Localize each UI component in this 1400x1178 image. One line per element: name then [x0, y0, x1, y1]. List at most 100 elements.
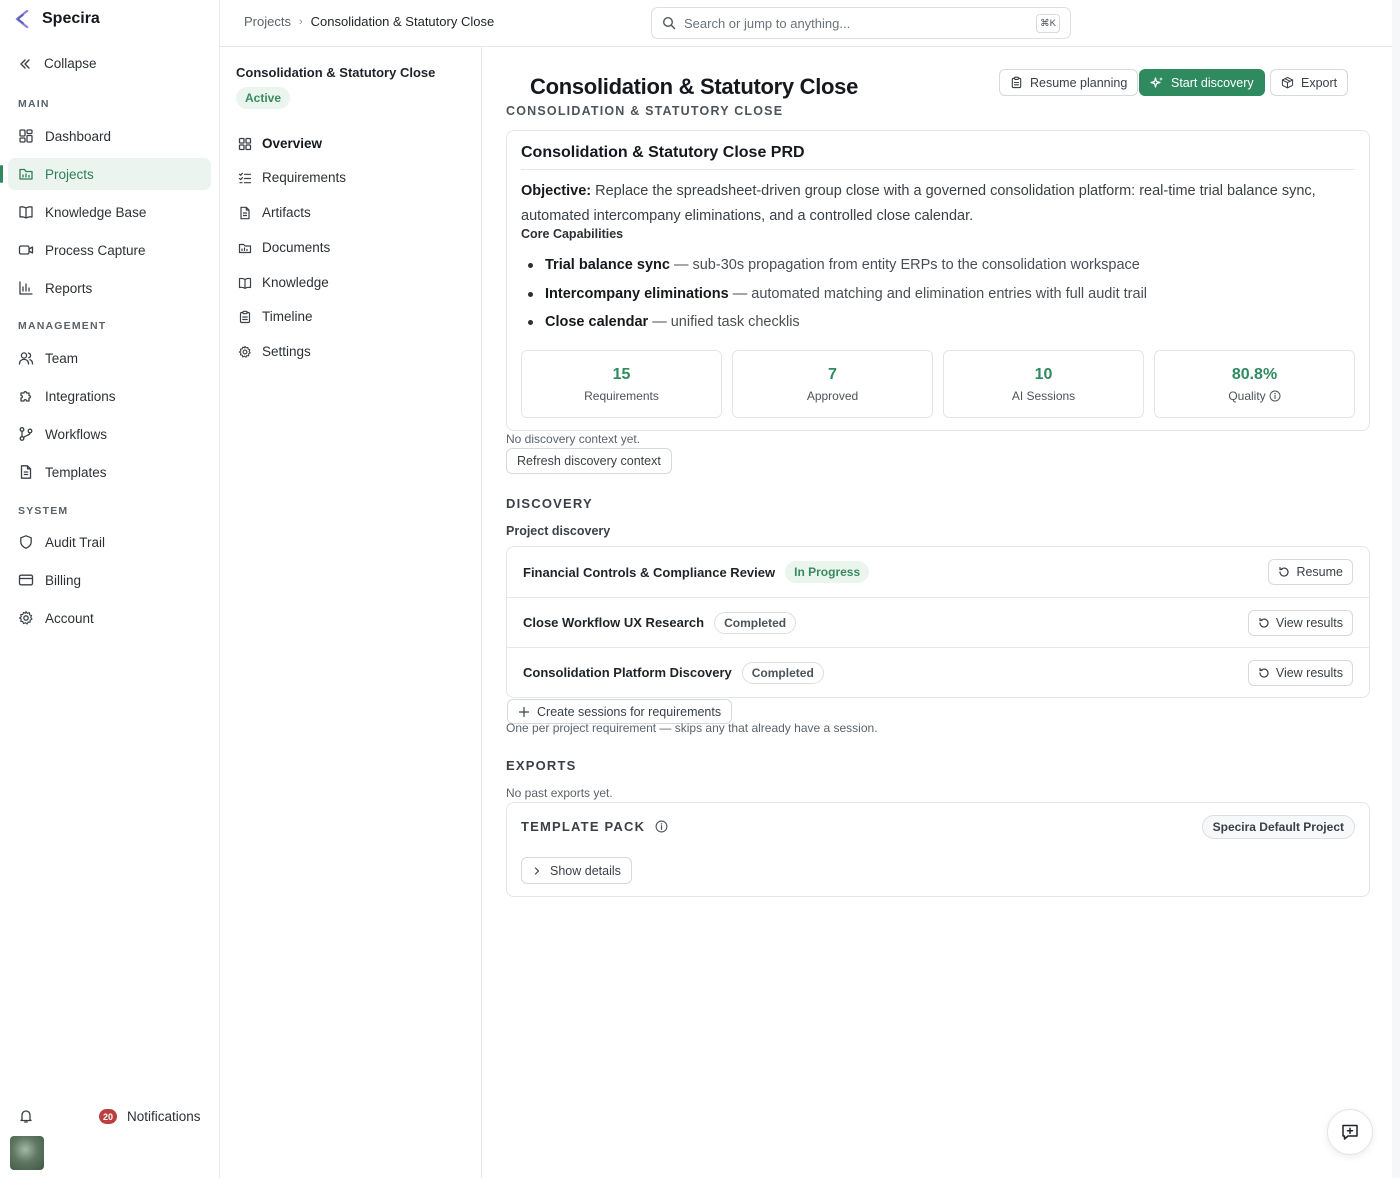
feedback-button[interactable] [1327, 1109, 1373, 1155]
sidebar-item-team[interactable]: Team [8, 342, 211, 374]
resume-session-button[interactable]: Resume [1268, 559, 1353, 585]
view-results-button[interactable]: View results [1247, 659, 1353, 686]
stat-value: 7 [828, 365, 837, 383]
sidebar-item-process-capture[interactable]: Process Capture [8, 234, 211, 266]
template-pack-heading-row: TEMPLATE PACK [521, 819, 668, 834]
bar-chart-icon [18, 280, 34, 296]
folder-icon [238, 241, 252, 255]
notification-count-badge: 20 [99, 1109, 117, 1124]
subnav-item-label: Artifacts [262, 205, 311, 220]
objective-text: Replace the spreadsheet-driven group clo… [521, 183, 1316, 224]
stat-value: 15 [612, 365, 631, 383]
subnav-item-settings[interactable]: Settings [238, 344, 311, 359]
resume-session-label: Resume [1296, 565, 1343, 579]
project-discovery-heading: Project discovery [506, 524, 611, 538]
start-discovery-label: Start discovery [1171, 75, 1254, 90]
package-icon [1281, 76, 1294, 89]
bell-icon[interactable] [18, 1108, 34, 1124]
stat-requirements: 15 Requirements [521, 350, 722, 418]
subnav-item-label: Timeline [262, 309, 313, 324]
sidebar-item-audit-trail[interactable]: Audit Trail [8, 526, 211, 558]
avatar[interactable] [10, 1136, 44, 1170]
exports-empty: No past exports yet. [506, 786, 613, 800]
list-item: Close calendar — unified task checklis [521, 308, 1147, 337]
video-icon [18, 242, 34, 258]
view-results-button[interactable]: View results [1247, 609, 1353, 636]
session-name[interactable]: Close Workflow UX Research [523, 615, 704, 630]
book-icon [238, 276, 252, 290]
project-status-badge: Active [236, 87, 291, 109]
nav-section-main: MAIN [18, 98, 50, 110]
scrollbar[interactable] [1392, 0, 1400, 1178]
sidebar-item-label: Templates [45, 464, 107, 480]
sidebar-item-billing[interactable]: Billing [8, 564, 211, 596]
subnav-item-label: Knowledge [262, 275, 329, 290]
sidebar-item-label: Process Capture [45, 242, 146, 258]
info-icon[interactable] [1269, 390, 1281, 402]
notifications-link[interactable]: Notifications [127, 1109, 201, 1124]
search-input[interactable] [684, 15, 1024, 31]
prd-objective: Objective: Replace the spreadsheet-drive… [521, 179, 1351, 229]
table-row: Consolidation Platform Discovery Complet… [507, 647, 1369, 697]
discovery-sessions-list: Financial Controls & Compliance Review I… [506, 546, 1370, 698]
stat-label: Approved [806, 388, 859, 403]
capability-name: Trial balance sync [545, 257, 670, 273]
info-icon[interactable] [655, 820, 668, 833]
sidebar-item-knowledge-base[interactable]: Knowledge Base [8, 196, 211, 228]
grid-icon [238, 137, 252, 151]
view-results-label: View results [1275, 665, 1343, 680]
stat-label: Quality [1228, 388, 1266, 403]
stat-quality: 80.8% Quality [1154, 350, 1355, 418]
refresh-discovery-context-button[interactable]: Refresh discovery context [506, 448, 672, 474]
collapse-button[interactable]: Collapse [18, 56, 97, 71]
project-title: Consolidation & Statutory Close [236, 65, 436, 80]
stat-label: AI Sessions [1011, 388, 1076, 403]
capability-name: Close calendar [545, 314, 649, 330]
capability-desc: — unified task checklis [648, 314, 800, 330]
subnav-item-knowledge[interactable]: Knowledge [238, 275, 329, 290]
subnav-item-label: Requirements [262, 170, 347, 185]
brand[interactable]: Specira [14, 10, 100, 28]
show-details-button[interactable]: Show details [521, 857, 632, 884]
specira-logo-icon [14, 10, 32, 28]
projects-icon [18, 166, 34, 182]
resume-planning-button[interactable]: Resume planning [999, 69, 1139, 96]
session-name[interactable]: Consolidation Platform Discovery [523, 665, 732, 680]
stat-approved: 7 Approved [732, 350, 933, 418]
sidebar-item-templates[interactable]: Templates [8, 456, 211, 488]
subnav-item-timeline[interactable]: Timeline [238, 309, 313, 324]
clipboard-icon [238, 310, 252, 324]
breadcrumb-projects[interactable]: Projects [244, 14, 291, 29]
status-badge: Completed [741, 661, 824, 684]
stat-label: Requirements [584, 388, 659, 403]
stat-ai-sessions: 10 AI Sessions [943, 350, 1144, 418]
rotate-icon [1258, 667, 1270, 679]
sidebar-item-integrations[interactable]: Integrations [8, 380, 211, 412]
subnav-item-overview[interactable]: Overview [238, 136, 322, 151]
sidebar-item-label: Integrations [45, 388, 116, 404]
subnav-item-artifacts[interactable]: Artifacts [238, 205, 311, 220]
sidebar-item-workflows[interactable]: Workflows [8, 418, 211, 450]
prd-card: Consolidation & Statutory Close PRD Obje… [506, 130, 1370, 431]
capabilities-heading: Core Capabilities [521, 227, 624, 241]
search-bar[interactable]: ⌘K [651, 7, 1071, 39]
sidebar-item-projects[interactable]: Projects [0, 158, 211, 190]
discovery-context-empty: No discovery context yet. [506, 432, 641, 446]
start-discovery-button[interactable]: Start discovery [1139, 69, 1265, 96]
sidebar-item-label: Projects [45, 166, 94, 182]
subnav-item-documents[interactable]: Documents [238, 240, 330, 255]
export-button[interactable]: Export [1270, 69, 1349, 96]
stat-value: 10 [1034, 365, 1053, 383]
resume-planning-label: Resume planning [1030, 75, 1128, 90]
capability-desc: — automated matching and elimination ent… [728, 285, 1148, 302]
sidebar-item-label: Account [45, 610, 94, 626]
sidebar-item-reports[interactable]: Reports [8, 272, 211, 304]
view-results-label: View results [1275, 615, 1343, 630]
gear-icon [18, 610, 34, 626]
breadcrumb-current: Consolidation & Statutory Close [310, 14, 495, 29]
subnav-item-requirements[interactable]: Requirements [238, 170, 346, 185]
sidebar-item-account[interactable]: Account [8, 602, 211, 634]
session-name[interactable]: Financial Controls & Compliance Review [523, 565, 775, 580]
nav-section-management: MANAGEMENT [18, 320, 107, 332]
sidebar-item-dashboard[interactable]: Dashboard [8, 120, 211, 152]
